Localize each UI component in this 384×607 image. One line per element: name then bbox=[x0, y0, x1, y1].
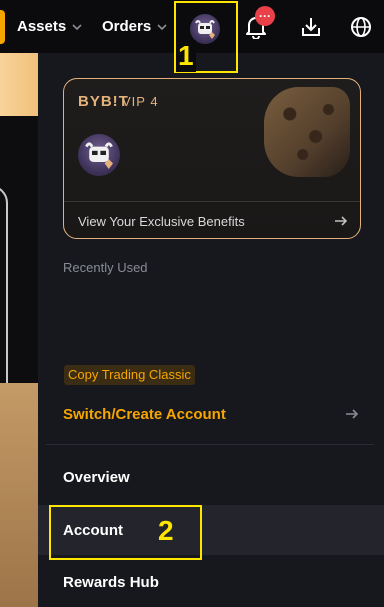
nav-assets-menu[interactable]: Assets bbox=[17, 0, 83, 53]
switch-create-account-label: Switch/Create Account bbox=[63, 405, 226, 423]
background-gold-image bbox=[0, 383, 38, 607]
annotation-step-2: 2 bbox=[158, 515, 174, 546]
card-avatar bbox=[78, 134, 120, 176]
menu-item-overview[interactable]: Overview bbox=[38, 452, 384, 502]
nav-orders-menu[interactable]: Orders bbox=[102, 0, 168, 53]
bull-avatar-icon bbox=[85, 142, 113, 169]
exclusive-benefits-link[interactable]: View Your Exclusive Benefits bbox=[78, 209, 348, 233]
language-button[interactable] bbox=[346, 12, 376, 42]
recently-used-label: Recently Used bbox=[63, 260, 148, 275]
menu-item-label: Rewards Hub bbox=[63, 573, 159, 591]
account-type-tag: Copy Trading Classic bbox=[64, 365, 195, 385]
vip-card[interactable]: BYB!T VIP 4 View Your Exclusive Benefits bbox=[63, 78, 361, 239]
arrow-right-icon bbox=[335, 216, 348, 226]
notification-badge-dots: ··· bbox=[259, 9, 271, 23]
switch-create-account-button[interactable]: Switch/Create Account bbox=[63, 401, 359, 427]
leopard-illustration bbox=[264, 87, 350, 177]
nav-orders-label: Orders bbox=[102, 18, 152, 35]
background-banner bbox=[0, 53, 38, 116]
panel-divider bbox=[46, 444, 374, 445]
chevron-down-icon bbox=[157, 23, 167, 30]
arrow-right-icon bbox=[346, 409, 359, 419]
annotation-step-1: 1 bbox=[176, 40, 196, 72]
background-page bbox=[0, 53, 38, 607]
annotation-box-account bbox=[49, 505, 202, 560]
vip-level: VIP 4 bbox=[122, 94, 159, 109]
chevron-down-icon bbox=[72, 23, 82, 30]
menu-item-rewards-hub[interactable]: Rewards Hub bbox=[38, 557, 384, 607]
brand-edge bbox=[0, 10, 5, 44]
globe-icon bbox=[351, 17, 371, 37]
nav-assets-label: Assets bbox=[17, 18, 67, 35]
download-icon bbox=[302, 18, 320, 36]
download-button[interactable] bbox=[296, 12, 326, 42]
notification-badge: ··· bbox=[255, 6, 275, 26]
menu-item-label: Overview bbox=[63, 468, 130, 486]
card-divider bbox=[64, 201, 360, 202]
exclusive-benefits-label: View Your Exclusive Benefits bbox=[78, 213, 245, 229]
